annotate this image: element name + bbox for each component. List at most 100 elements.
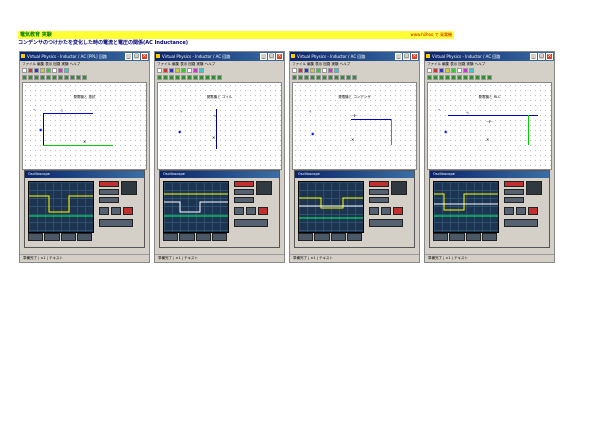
ammeter-icon[interactable]: ◉ xyxy=(311,131,315,136)
channel-button[interactable] xyxy=(28,233,44,241)
generator-icon[interactable]: ⌁ xyxy=(438,107,440,112)
toolbar-button[interactable] xyxy=(52,68,57,73)
toolbar-button[interactable] xyxy=(427,68,432,73)
toolbar-button[interactable] xyxy=(469,75,474,80)
toolbar-button[interactable] xyxy=(64,68,69,73)
toolbar-button[interactable] xyxy=(28,75,33,80)
toolbar-button[interactable] xyxy=(175,68,180,73)
toolbar-button[interactable] xyxy=(445,75,450,80)
toolbar[interactable] xyxy=(290,67,419,74)
toolbar-button[interactable] xyxy=(22,68,27,73)
switch-icon[interactable]: ✕ xyxy=(83,139,86,144)
scope-control-panel[interactable] xyxy=(95,181,145,241)
switch-icon[interactable]: ✕ xyxy=(212,135,215,140)
scope-control-button[interactable] xyxy=(234,207,244,215)
maximize-button[interactable]: □ xyxy=(268,53,275,60)
circuit-canvas[interactable]: 発電機と コンデンサ ⌁ ⊣⊢ ◉ ✕ xyxy=(292,82,417,170)
toolbar-button[interactable] xyxy=(58,75,63,80)
toolbar-button[interactable] xyxy=(34,68,39,73)
toolbar-button[interactable] xyxy=(22,75,27,80)
toolbar-button[interactable] xyxy=(163,75,168,80)
toolbar-button[interactable] xyxy=(463,75,468,80)
channel-button[interactable] xyxy=(76,233,92,241)
toolbar-button[interactable] xyxy=(439,75,444,80)
toolbar-secondary[interactable] xyxy=(20,74,149,81)
toolbar-button[interactable] xyxy=(481,75,486,80)
resistor-icon[interactable]: ⌇ xyxy=(61,108,63,113)
toolbar-button[interactable] xyxy=(340,75,345,80)
capacitor-icon[interactable]: ⊣⊢ xyxy=(486,119,493,124)
scope-control-button[interactable] xyxy=(504,189,524,195)
inductor-icon[interactable]: ∿ xyxy=(213,113,216,118)
toolbar-button[interactable] xyxy=(310,68,315,73)
toolbar-button[interactable] xyxy=(328,75,333,80)
toolbar-button[interactable] xyxy=(445,68,450,73)
inductor-icon[interactable]: ∿ xyxy=(466,110,469,115)
scope-control-button[interactable] xyxy=(246,207,256,215)
toolbar-button[interactable] xyxy=(52,75,57,80)
scope-control-button[interactable] xyxy=(504,197,524,203)
toolbar-button[interactable] xyxy=(451,75,456,80)
toolbar-button[interactable] xyxy=(175,75,180,80)
switch-icon[interactable]: ✕ xyxy=(486,137,489,142)
ammeter-icon[interactable]: ◉ xyxy=(178,129,182,134)
maximize-button[interactable]: □ xyxy=(133,53,140,60)
scope-control-button[interactable] xyxy=(256,181,272,195)
toolbar-button[interactable] xyxy=(457,75,462,80)
channel-button[interactable] xyxy=(433,233,449,241)
toolbar-button[interactable] xyxy=(352,75,357,80)
scope-control-button[interactable] xyxy=(526,181,542,195)
scope-control-button[interactable] xyxy=(504,207,514,215)
toolbar-button[interactable] xyxy=(82,75,87,80)
maximize-button[interactable]: □ xyxy=(403,53,410,60)
generator-icon[interactable]: ⌁ xyxy=(180,109,182,114)
app-window-2[interactable]: Virtual Physics - Inductor / AC 回路 _ □ ×… xyxy=(154,51,285,263)
toolbar-button[interactable] xyxy=(205,75,210,80)
channel-button[interactable] xyxy=(330,233,346,241)
scope-control-button[interactable] xyxy=(121,181,137,195)
toolbar-button[interactable] xyxy=(322,68,327,73)
channel-button[interactable] xyxy=(298,233,314,241)
toolbar-button[interactable] xyxy=(70,75,75,80)
toolbar-button[interactable] xyxy=(334,68,339,73)
toolbar-button[interactable] xyxy=(58,68,63,73)
minimize-button[interactable]: _ xyxy=(395,53,402,60)
scope-control-button[interactable] xyxy=(369,197,389,203)
toolbar-secondary[interactable] xyxy=(425,74,554,81)
toolbar-button[interactable] xyxy=(193,68,198,73)
channel-button[interactable] xyxy=(195,233,211,241)
scope-control-button[interactable] xyxy=(369,207,379,215)
toolbar-button[interactable] xyxy=(475,75,480,80)
toolbar-button[interactable] xyxy=(76,75,81,80)
close-button[interactable]: × xyxy=(276,53,283,60)
channel-button[interactable] xyxy=(163,233,179,241)
circuit-canvas[interactable]: 発電機と 抵抗 ⌁ ⌇ ◉ ✕ xyxy=(22,82,147,170)
toolbar[interactable] xyxy=(425,67,554,74)
scope-control-button[interactable] xyxy=(234,197,254,203)
toolbar-button[interactable] xyxy=(64,75,69,80)
scope-control-button[interactable] xyxy=(391,181,407,195)
scope-channel-buttons[interactable] xyxy=(28,233,92,241)
toolbar-button[interactable] xyxy=(193,75,198,80)
toolbar-button[interactable] xyxy=(322,75,327,80)
maximize-button[interactable]: □ xyxy=(538,53,545,60)
app-window-4[interactable]: Virtual Physics - Inductor / AC 回路 _ □ ×… xyxy=(424,51,555,263)
scope-control-panel[interactable] xyxy=(500,181,550,241)
oscilloscope-window[interactable]: Oscilloscope xyxy=(24,170,145,248)
toolbar-button[interactable] xyxy=(46,75,51,80)
scope-control-button[interactable] xyxy=(99,189,119,195)
toolbar-button[interactable] xyxy=(187,75,192,80)
switch-icon[interactable]: ✕ xyxy=(351,137,354,142)
toolbar-button[interactable] xyxy=(181,75,186,80)
scope-control-button[interactable] xyxy=(99,197,119,203)
scope-control-button[interactable] xyxy=(369,219,403,227)
scope-channel-buttons[interactable] xyxy=(298,233,362,241)
scope-control-button[interactable] xyxy=(258,207,268,215)
scope-channel-buttons[interactable] xyxy=(433,233,497,241)
generator-icon[interactable]: ⌁ xyxy=(33,107,35,112)
channel-button[interactable] xyxy=(179,233,195,241)
scope-control-panel[interactable] xyxy=(230,181,280,241)
scope-control-button[interactable] xyxy=(393,207,403,215)
scope-control-button[interactable] xyxy=(369,189,389,195)
toolbar-button[interactable] xyxy=(199,68,204,73)
